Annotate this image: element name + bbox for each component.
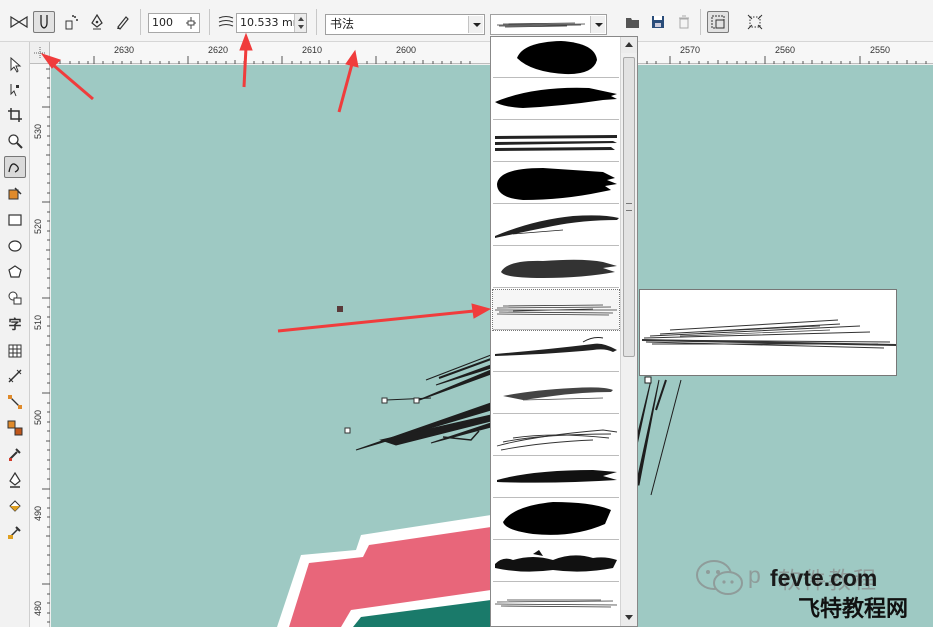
separator — [209, 9, 210, 35]
smoothing-slider-icon[interactable] — [185, 16, 197, 30]
toolbox: 字 — [0, 42, 30, 627]
node-handle[interactable] — [381, 397, 388, 404]
wechat-logo-icon — [694, 558, 746, 598]
node-handle[interactable] — [413, 397, 420, 404]
brush-preset-item[interactable] — [493, 248, 619, 288]
connector-tool-icon[interactable] — [4, 391, 26, 413]
eyedropper-tool-icon[interactable] — [4, 443, 26, 465]
fill-tool-icon[interactable] — [4, 495, 26, 517]
selection-handle[interactable] — [337, 306, 343, 312]
save-stroke-icon[interactable] — [647, 11, 669, 33]
basic-shapes-icon[interactable] — [4, 287, 26, 309]
stroke-width-spinner[interactable] — [294, 14, 306, 32]
watermark-prefix: p — [748, 562, 761, 588]
vertical-ruler[interactable]: 530 520 510 500 490 480 — [30, 64, 50, 627]
brush-preset-item[interactable] — [493, 458, 619, 498]
smoothing-input[interactable]: 100 — [148, 13, 200, 33]
bounding-box-icon[interactable] — [744, 11, 766, 33]
brush-preset-item[interactable] — [493, 584, 619, 624]
ruler-top-label: 2600 — [396, 45, 417, 55]
watermark-site-name: 飞特教程网 — [798, 597, 909, 622]
brush-icon[interactable] — [33, 11, 55, 33]
open-stroke-icon[interactable] — [622, 11, 644, 33]
ruler-top-label: 2570 — [680, 45, 701, 55]
ruler-left-label: 520 — [33, 218, 43, 234]
brush-category-value: 书法 — [330, 17, 355, 31]
polygon-tool-icon[interactable] — [4, 261, 26, 283]
ruler-top-label: 2550 — [870, 45, 891, 55]
node-handle[interactable] — [644, 376, 652, 384]
ruler-left-label: 500 — [33, 409, 43, 425]
brush-preset-item[interactable] — [493, 206, 619, 246]
ruler-top-label: 2630 — [114, 45, 135, 55]
outline-pen-icon[interactable] — [4, 469, 26, 491]
brush-preset-item[interactable] — [493, 38, 619, 78]
brush-stroke-preview — [639, 289, 897, 376]
sprayer-icon[interactable] — [60, 11, 82, 33]
scroll-up-icon[interactable] — [621, 37, 637, 53]
ruler-left-label: 480 — [33, 600, 43, 616]
site-watermark: p 软件教程 fevte.com 飞特教程网 — [690, 556, 933, 627]
watermark-domain: fevte.com — [770, 565, 878, 591]
ruler-left-label: 510 — [33, 314, 43, 330]
preset-brush-icon[interactable] — [8, 11, 30, 33]
brush-preset-item[interactable] — [493, 122, 619, 162]
ruler-origin-corner[interactable] — [30, 42, 50, 64]
separator — [140, 9, 141, 35]
node-handle[interactable] — [344, 427, 351, 434]
scrollbar-grip — [626, 203, 632, 211]
brush-preset-item-hovered[interactable] — [492, 289, 620, 331]
separator — [700, 9, 701, 35]
chevron-down-icon[interactable] — [590, 16, 605, 33]
chevron-down-icon[interactable] — [468, 16, 483, 33]
stroke-width-input[interactable]: 10.533 mm — [236, 13, 307, 33]
brush-preset-item[interactable] — [493, 500, 619, 540]
brush-preset-item[interactable] — [493, 542, 619, 582]
brush-preset-item[interactable] — [493, 374, 619, 414]
brush-list-scrollbar[interactable] — [620, 37, 637, 626]
interactive-fill-icon[interactable] — [4, 521, 26, 543]
ruler-top-label: 2560 — [775, 45, 796, 55]
shape-tool-icon[interactable] — [4, 79, 26, 101]
separator — [316, 9, 317, 35]
property-bar: 100 10.533 mm 书法 — [0, 0, 933, 42]
brush-stroke-list[interactable] — [490, 36, 638, 627]
freehand-tool-icon[interactable] — [4, 156, 26, 178]
pressure-pen-icon[interactable] — [112, 11, 134, 33]
selected-stroke-preview — [495, 18, 587, 30]
stroke-width-icon — [215, 11, 237, 33]
brush-stroke-select[interactable] — [490, 14, 607, 35]
crop-tool-icon[interactable] — [4, 104, 26, 126]
brush-category-select[interactable]: 书法 — [325, 14, 485, 35]
brush-preset-item[interactable] — [493, 332, 619, 372]
pick-tool-icon[interactable] — [4, 54, 26, 76]
calligraphic-pen-icon[interactable] — [86, 11, 108, 33]
text-tool-icon[interactable]: 字 — [4, 312, 26, 334]
zoom-tool-icon[interactable] — [4, 130, 26, 152]
table-tool-icon[interactable] — [4, 340, 26, 362]
smart-fill-icon[interactable] — [4, 183, 26, 205]
brush-preset-item[interactable] — [493, 416, 619, 456]
dimension-tool-icon[interactable] — [4, 365, 26, 387]
scrollbar-thumb[interactable] — [623, 57, 635, 357]
horizontal-ruler[interactable]: 2630 2620 2610 2600 2570 2560 2550 — [30, 42, 933, 64]
rectangle-tool-icon[interactable] — [4, 209, 26, 231]
delete-stroke-icon[interactable] — [673, 11, 695, 33]
scale-with-object-icon[interactable] — [707, 11, 729, 33]
blend-tool-icon[interactable] — [4, 417, 26, 439]
brush-preset-item[interactable] — [493, 80, 619, 120]
ruler-top-label: 2610 — [302, 45, 323, 55]
smoothing-value: 100 — [152, 16, 173, 29]
text-tool-glyph: 字 — [8, 317, 22, 333]
scroll-down-icon[interactable] — [621, 610, 637, 626]
ellipse-tool-icon[interactable] — [4, 235, 26, 257]
ruler-top-label: 2620 — [208, 45, 229, 55]
ruler-left-label: 490 — [33, 505, 43, 521]
brush-preset-item[interactable] — [493, 164, 619, 204]
ruler-left-label: 530 — [33, 123, 43, 139]
